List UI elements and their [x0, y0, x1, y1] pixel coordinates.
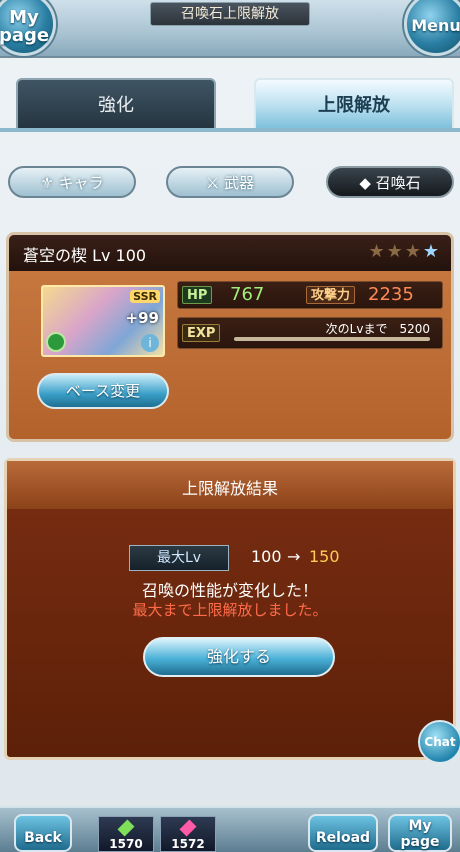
- footer-mypage-button[interactable]: My page: [388, 814, 452, 852]
- plus-bonus: +99: [125, 309, 159, 327]
- summon-name: 蒼空の楔 Lv 100: [23, 246, 147, 265]
- mypage-label-line2: page: [0, 25, 50, 46]
- reload-label: Reload: [315, 830, 371, 846]
- mypage-button[interactable]: My page: [0, 0, 56, 56]
- uncap-stars: ★★★★: [368, 241, 441, 262]
- tab-enhance[interactable]: 強化: [16, 78, 216, 130]
- category-character-label: キャラ: [58, 174, 104, 192]
- category-character-button[interactable]: ⚜ キャラ: [8, 166, 136, 198]
- category-weapon-button[interactable]: ⚔ 武器: [166, 166, 294, 198]
- limit-break-result-panel: 上限解放結果 最大Lv 100 → 150 召喚の性能が変化した！ 最大まで上限…: [4, 458, 456, 760]
- reload-button[interactable]: Reload: [308, 814, 378, 852]
- green-gem-icon: [117, 819, 135, 837]
- crossed-swords-icon: ⚔: [205, 174, 225, 192]
- summon-panel: 蒼空の楔 Lv 100 ★★★★ SSR +99 i HP 767 攻撃力 22…: [6, 232, 454, 442]
- result-max-message: 最大まで上限解放しました。: [132, 601, 328, 619]
- hp-label: HP: [182, 286, 213, 304]
- summon-thumbnail[interactable]: SSR +99 i: [41, 285, 165, 357]
- character-icon: ⚜: [40, 174, 59, 192]
- base-change-button[interactable]: ベース変更: [37, 373, 169, 409]
- stat-row-hp-atk: HP 767 攻撃力 2235: [177, 281, 443, 309]
- max-level-old: 100: [251, 547, 282, 566]
- tab-divider: [0, 128, 460, 132]
- summon-panel-header: 蒼空の楔 Lv 100 ★★★★: [9, 235, 451, 271]
- attack-value: 2235: [368, 284, 414, 305]
- item-slot-green[interactable]: 1570: [98, 816, 154, 852]
- rarity-badge: SSR: [130, 290, 160, 303]
- wind-element-icon: [46, 332, 66, 352]
- category-summon-label: 召喚石: [375, 174, 421, 192]
- item-count-pink: 1572: [171, 837, 205, 851]
- tab-limit-break[interactable]: 上限解放: [254, 78, 454, 130]
- max-level-new: 150: [309, 547, 340, 566]
- back-label: Back: [24, 830, 62, 846]
- enhance-button[interactable]: 強化する: [143, 637, 335, 677]
- stat-row-exp: EXP 次のLvまで 5200: [177, 317, 443, 349]
- exp-progress-bar: [234, 337, 430, 341]
- star-icon-filled: ★★★: [368, 241, 423, 262]
- menu-label: Menu: [411, 16, 460, 35]
- next-level-exp: 次のLvまで 5200: [325, 322, 430, 336]
- footer-bar: Back 1570 1572 Reload My page: [0, 806, 460, 852]
- result-message: 召喚の性能が変化した！: [141, 581, 318, 600]
- pink-gem-icon: [179, 819, 197, 837]
- page-title: 召喚石上限解放: [150, 2, 310, 26]
- crystal-icon: ◆: [359, 174, 376, 192]
- item-slot-pink[interactable]: 1572: [160, 816, 216, 852]
- header-bar: 召喚石上限解放 My page Menu: [0, 0, 460, 58]
- category-weapon-label: 武器: [224, 174, 255, 192]
- hp-value: 767: [230, 284, 265, 305]
- info-icon[interactable]: i: [141, 334, 159, 352]
- footer-mypage-line1: My: [408, 818, 432, 834]
- footer-mypage-line2: page: [400, 834, 440, 850]
- result-header: 上限解放結果: [7, 461, 453, 509]
- chat-button[interactable]: Chat: [418, 720, 460, 764]
- attack-label: 攻撃力: [306, 286, 356, 304]
- item-count-green: 1570: [109, 837, 143, 851]
- menu-button[interactable]: Menu: [404, 0, 460, 56]
- star-icon-blue: ★: [422, 241, 441, 262]
- result-title: 上限解放結果: [181, 479, 278, 498]
- back-button[interactable]: Back: [14, 814, 72, 852]
- category-summon-button[interactable]: ◆ 召喚石: [326, 166, 454, 198]
- arrow-right-icon: →: [287, 547, 301, 566]
- exp-label: EXP: [182, 324, 221, 342]
- max-level-label: 最大Lv: [129, 545, 229, 571]
